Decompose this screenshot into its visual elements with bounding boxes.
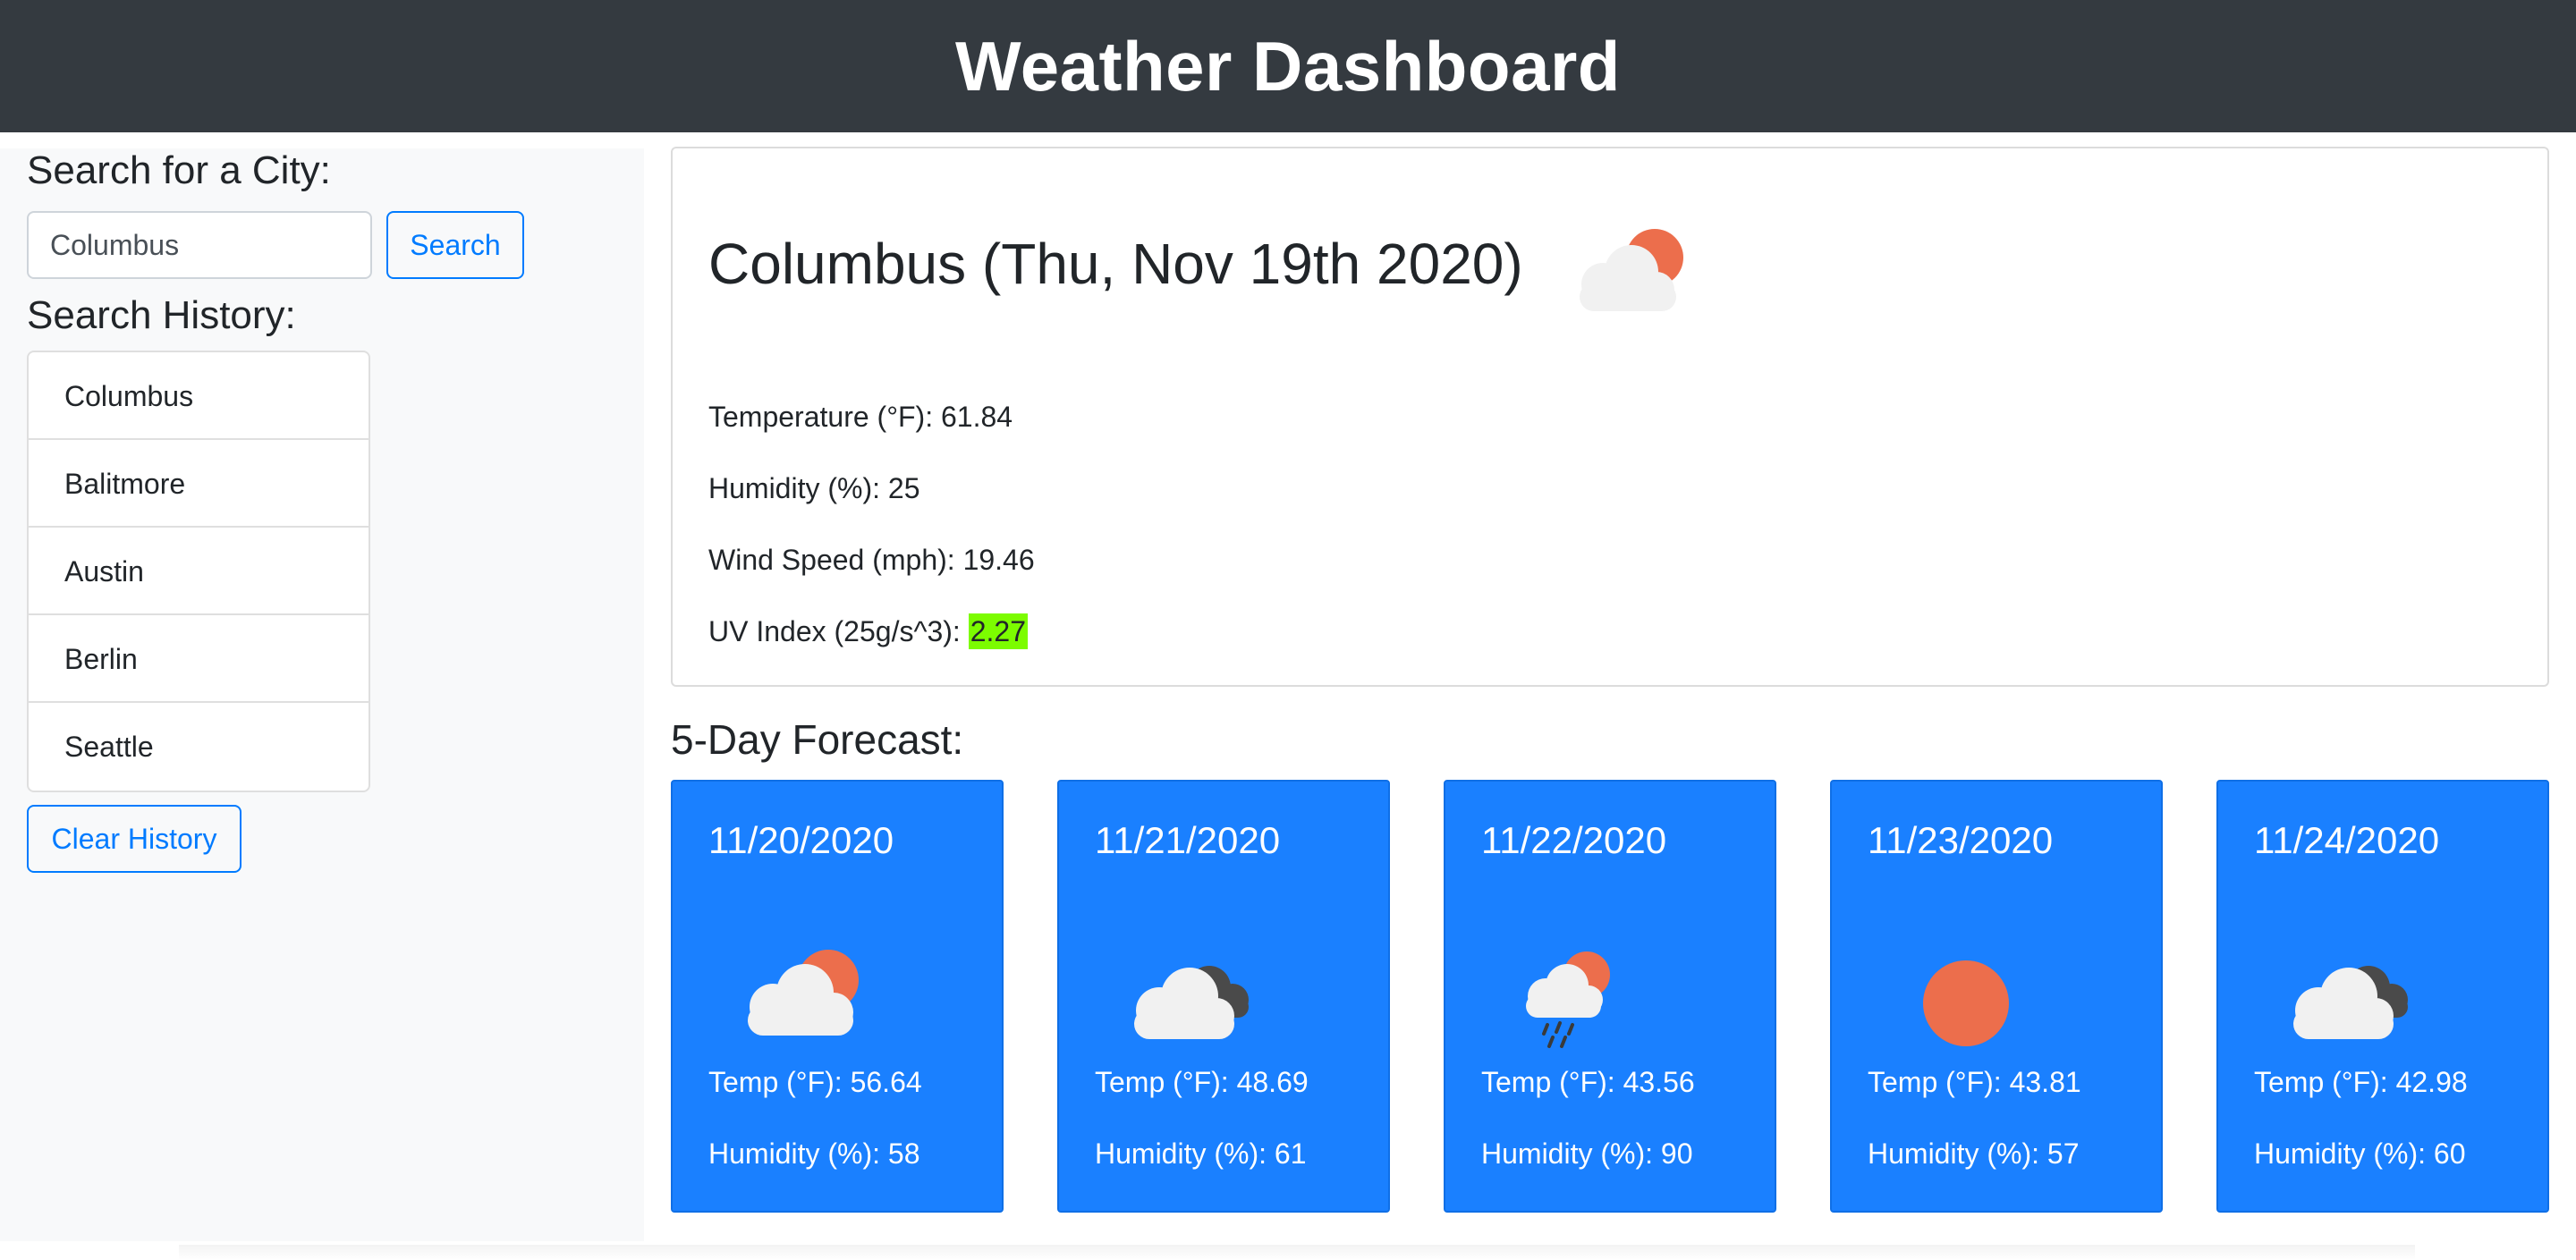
forecast-temp: Temp (°F): 56.64 [708,1066,922,1098]
current-uv-index: UV Index (25g/s^3): 2.27 [708,613,1028,649]
sun-behind-cloud-icon [1580,229,1683,311]
forecast-humidity: Humidity (%): 60 [2254,1137,2466,1170]
broken-clouds-icon [1134,966,1249,1039]
forecast-date: 11/22/2020 [1481,819,1667,861]
forecast-humidity: Humidity (%): 61 [1095,1137,1307,1170]
forecast-card: 11/24/2020 Temp (°F): 42.98 Humidity (%)… [2216,780,2549,1213]
sun-behind-cloud-icon [748,950,859,1036]
current-weather-card: Columbus (Thu, Nov 19th 2020) Temperatur… [671,147,2549,687]
rain-sun-cloud-icon [1526,951,1610,1048]
history-item-berlin[interactable]: Berlin [29,615,369,703]
forecast-card: 11/21/2020 Temp (°F): 48.69 Humidity (%)… [1057,780,1390,1213]
navbar: Weather Dashboard [0,0,2576,132]
search-input[interactable] [27,211,372,279]
forecast-humidity: Humidity (%): 58 [708,1137,920,1170]
page-bottom-shadow [179,1245,2415,1260]
clear-history-button[interactable]: Clear History [27,805,242,873]
search-button[interactable]: Search [386,211,524,279]
search-title: Search for a City: [27,148,331,192]
forecast-card: 11/22/2020 Temp (°F): 43.56 Humidity (%)… [1444,780,1776,1213]
forecast-card: 11/23/2020 Temp (°F): 43.81 Humidity (%)… [1830,780,2163,1213]
forecast-temp: Temp (°F): 43.56 [1481,1066,1695,1098]
forecast-date: 11/21/2020 [1095,819,1281,861]
forecast-date: 11/24/2020 [2254,819,2440,861]
history-item-balitmore[interactable]: Balitmore [29,440,369,528]
search-history-list: Columbus Balitmore Austin Berlin Seattle [27,351,370,792]
forecast-humidity: Humidity (%): 90 [1481,1137,1693,1170]
forecast-card: 11/20/2020 Temp (°F): 56.64 Humidity (%)… [671,780,1004,1213]
forecast-date: 11/23/2020 [1868,819,2054,861]
page-title: Weather Dashboard [955,26,1621,106]
current-city-title: Columbus (Thu, Nov 19th 2020) [708,232,1523,296]
current-humidity: Humidity (%): 25 [708,472,920,504]
forecast-humidity: Humidity (%): 57 [1868,1137,2080,1170]
forecast-date: 11/20/2020 [708,819,894,861]
search-history-title: Search History: [27,293,296,337]
current-wind-speed: Wind Speed (mph): 19.46 [708,544,1035,576]
history-item-austin[interactable]: Austin [29,528,369,615]
current-temperature: Temperature (°F): 61.84 [708,401,1013,433]
sun-icon [1923,960,2009,1046]
forecast-temp: Temp (°F): 48.69 [1095,1066,1309,1098]
forecast-title: 5-Day Forecast: [671,716,964,763]
forecast-temp: Temp (°F): 43.81 [1868,1066,2081,1098]
history-item-columbus[interactable]: Columbus [29,352,369,440]
forecast-temp: Temp (°F): 42.98 [2254,1066,2468,1098]
sidebar: Search for a City: Search Search History… [0,148,644,1241]
uv-index-badge: 2.27 [968,613,1028,649]
broken-clouds-icon [2293,966,2408,1039]
history-item-seattle[interactable]: Seattle [29,703,369,791]
